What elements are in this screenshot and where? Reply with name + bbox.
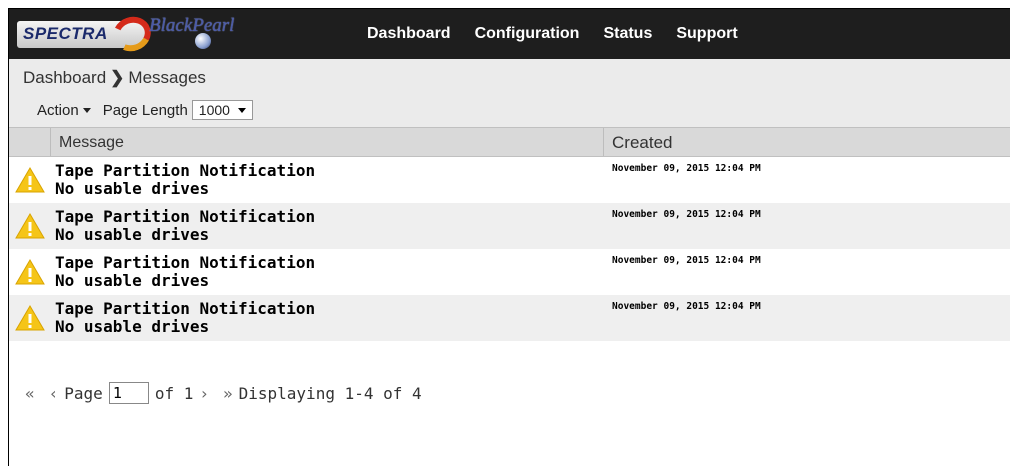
table-row[interactable]: Tape Partition Notification No usable dri… [9,249,1010,295]
row-icon-cell [9,249,51,295]
created-cell: November 09, 2015 12:04 PM [612,163,761,174]
spectra-logo-text: SPECTRA [23,24,108,43]
warning-icon [15,213,45,239]
message-detail: No usable drives [55,179,210,198]
page-count: of 1 [154,383,194,403]
next-page-button[interactable]: › [199,384,209,403]
table-header: Message Created [9,127,1010,157]
spectra-blackpearl-logo[interactable]: SPECTRA BlackPearl [17,11,267,57]
table-row[interactable]: Tape Partition Notification No usable dri… [9,295,1010,341]
pagination: « ‹ Page of 1 › » Displaying 1-4 of 4 [25,382,422,404]
message-detail: No usable drives [55,271,210,290]
message-cell: Tape Partition Notification No usable dri… [51,295,604,341]
breadcrumb-current: Messages [128,68,206,87]
message-detail: No usable drives [55,225,210,244]
first-page-button[interactable]: « [25,384,35,403]
breadcrumb: Dashboard ❯ Messages [23,68,206,88]
created-cell: November 09, 2015 12:04 PM [612,255,761,266]
column-header-created[interactable]: Created [604,128,1010,156]
chevron-right-icon: ❯ [110,68,125,87]
created-cell: November 09, 2015 12:04 PM [612,209,761,220]
blackpearl-logo-text: BlackPearl [149,15,235,36]
message-cell: Tape Partition Notification No usable dri… [51,203,604,249]
message-title: Tape Partition Notification [55,207,316,226]
nav-dashboard[interactable]: Dashboard [355,25,463,43]
column-header-message[interactable]: Message [51,128,604,156]
warning-icon [15,305,45,331]
last-page-button[interactable]: » [223,384,233,403]
page-length-label: Page Length [102,101,188,119]
caret-down-icon [82,107,91,113]
nav-support[interactable]: Support [664,25,749,43]
message-title: Tape Partition Notification [55,299,316,318]
row-icon-cell [9,295,51,341]
breadcrumb-dashboard-link[interactable]: Dashboard [23,68,106,87]
created-cell: November 09, 2015 12:04 PM [612,301,761,312]
row-icon-cell [9,157,51,203]
icon-column-header [9,128,51,156]
message-detail: No usable drives [55,317,210,336]
table-row[interactable]: Tape Partition Notification No usable dri… [9,157,1010,203]
top-navbar: SPECTRA BlackPearl Dashboard Configurati… [9,9,1010,59]
message-cell: Tape Partition Notification No usable dri… [51,157,604,203]
warning-icon [15,259,45,285]
action-menu-button[interactable]: Action [37,102,91,119]
action-label: Action [37,101,79,119]
page-header: Dashboard ❯ Messages Action Page Length 10… [9,59,1010,127]
message-list: Tape Partition Notification No usable dri… [9,157,1010,341]
pearl-icon [195,33,211,49]
app-frame: SPECTRA BlackPearl Dashboard Configurati… [8,8,1010,466]
prev-page-button[interactable]: ‹ [49,384,59,403]
table-row[interactable]: Tape Partition Notification No usable dri… [9,203,1010,249]
message-title: Tape Partition Notification [55,161,316,180]
page-length-value: 1000 [198,102,230,118]
message-title: Tape Partition Notification [55,253,316,272]
message-cell: Tape Partition Notification No usable dri… [51,249,604,295]
page-length-select[interactable]: 1000 [191,100,253,120]
nav-configuration[interactable]: Configuration [463,25,592,43]
row-icon-cell [9,203,51,249]
toolbar: Action Page Length 1000 [37,100,253,120]
display-summary: Displaying 1-4 of 4 [238,383,422,403]
warning-icon [15,167,45,193]
caret-down-icon [237,107,246,113]
nav-status[interactable]: Status [591,25,664,43]
page-number-input[interactable] [108,382,149,404]
page-label: Page [64,383,103,403]
main-nav: Dashboard Configuration Status Support [355,9,750,59]
